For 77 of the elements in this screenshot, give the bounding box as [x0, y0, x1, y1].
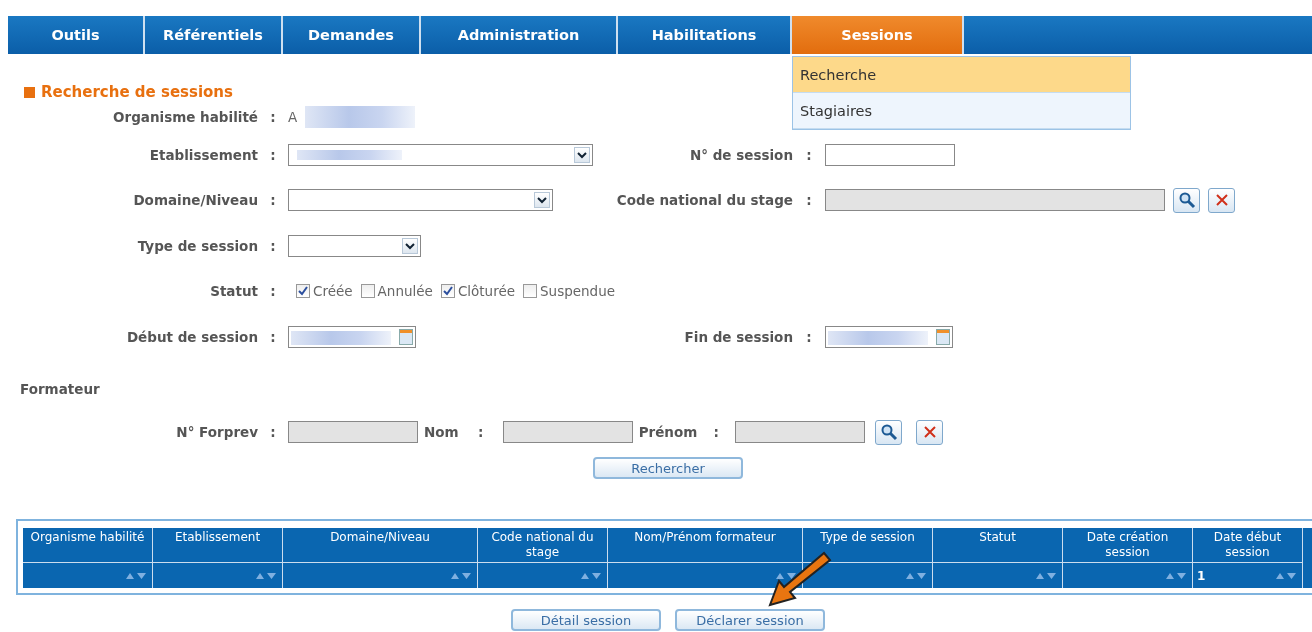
dropdown-field[interactable]: [288, 144, 593, 166]
clear-button[interactable]: [916, 419, 944, 445]
colon: :: [805, 147, 813, 163]
checkbox-label: Créée: [313, 283, 353, 299]
checkbox[interactable]: [360, 284, 375, 298]
close-icon: [923, 426, 936, 438]
search-button[interactable]: [1173, 187, 1200, 213]
field-label: Début de session: [125, 329, 258, 345]
input-field[interactable]: [502, 421, 633, 443]
column-header[interactable]: Date début session: [1193, 528, 1303, 563]
action-button[interactable]: Déclarer session: [675, 609, 825, 631]
field-label: Code national du stage: [615, 192, 793, 208]
caret-icon: [577, 151, 587, 159]
checkbox-label: Clôturée: [457, 283, 516, 299]
colon: :: [269, 424, 277, 440]
field-label: Prénom: [638, 424, 698, 440]
nav-tab[interactable]: Outils: [8, 16, 145, 54]
checkbox-label: Suspendue: [540, 283, 616, 299]
column-header[interactable]: Statut: [933, 528, 1063, 563]
caret-icon: [405, 242, 415, 250]
field-label: N° de session: [688, 147, 793, 163]
dropdown-field[interactable]: [288, 189, 553, 211]
nav-tab[interactable]: Administration: [421, 16, 618, 54]
section-title: Recherche de sessions: [41, 83, 233, 101]
sort-icon[interactable]: [776, 572, 798, 579]
checkbox[interactable]: [523, 284, 538, 298]
input-field[interactable]: [825, 189, 1165, 211]
field-value: A: [288, 109, 298, 125]
colon: :: [269, 238, 277, 254]
table-cell: 1: [1197, 568, 1206, 583]
action-button[interactable]: Détail session: [511, 609, 661, 631]
colon: :: [269, 147, 277, 163]
calendar-icon: [936, 329, 950, 345]
checkbox-label: Annulée: [377, 283, 433, 299]
input-field[interactable]: [735, 421, 866, 443]
column-header[interactable]: Etablissement: [153, 528, 283, 563]
clear-button[interactable]: [1208, 187, 1235, 213]
checkbox[interactable]: [440, 284, 455, 298]
colon: :: [269, 283, 277, 299]
search-button[interactable]: [875, 419, 903, 445]
search-button[interactable]: Rechercher: [593, 457, 743, 479]
field-label: Type de session: [136, 238, 258, 254]
colon: :: [805, 329, 813, 345]
column-header[interactable]: Nom/Prénom formateur: [608, 528, 803, 563]
column-header[interactable]: Code national du stage: [478, 528, 608, 563]
field-label: Fin de session: [683, 329, 793, 345]
subsection-title: Formateur: [20, 381, 101, 397]
colon: :: [269, 192, 277, 208]
field-label: Organisme habilité: [112, 109, 258, 125]
close-icon: [1215, 194, 1228, 206]
field-label: Domaine/Niveau: [132, 192, 258, 208]
date-field[interactable]: [825, 326, 953, 348]
nav-tab[interactable]: Demandes: [283, 16, 421, 54]
field-label: Etablissement: [148, 147, 258, 163]
checkbox[interactable]: [296, 284, 310, 298]
search-icon: [1177, 191, 1196, 209]
column-header[interactable]: Organisme habilité: [23, 528, 153, 563]
bullet-icon: [24, 86, 35, 98]
colon: :: [805, 192, 813, 208]
caret-icon: [537, 196, 547, 204]
input-field[interactable]: [825, 144, 955, 166]
field-label: Statut: [209, 283, 258, 299]
colon: :: [476, 424, 485, 440]
input-field[interactable]: [288, 421, 418, 443]
field-label: N° Forprev: [175, 424, 258, 440]
search-icon: [879, 423, 898, 441]
calendar-icon: [399, 329, 413, 345]
colon: :: [712, 424, 720, 440]
colon: :: [269, 329, 277, 345]
colon: :: [269, 109, 277, 125]
nav-tab[interactable]: Référentiels: [145, 16, 283, 54]
column-header[interactable]: Domaine/Niveau: [283, 528, 478, 563]
date-field[interactable]: [288, 326, 416, 348]
menu-item[interactable]: Recherche: [793, 57, 1130, 93]
column-header[interactable]: Date création session: [1063, 528, 1193, 563]
field-label: Nom: [424, 424, 459, 440]
dropdown-field[interactable]: [288, 235, 421, 257]
